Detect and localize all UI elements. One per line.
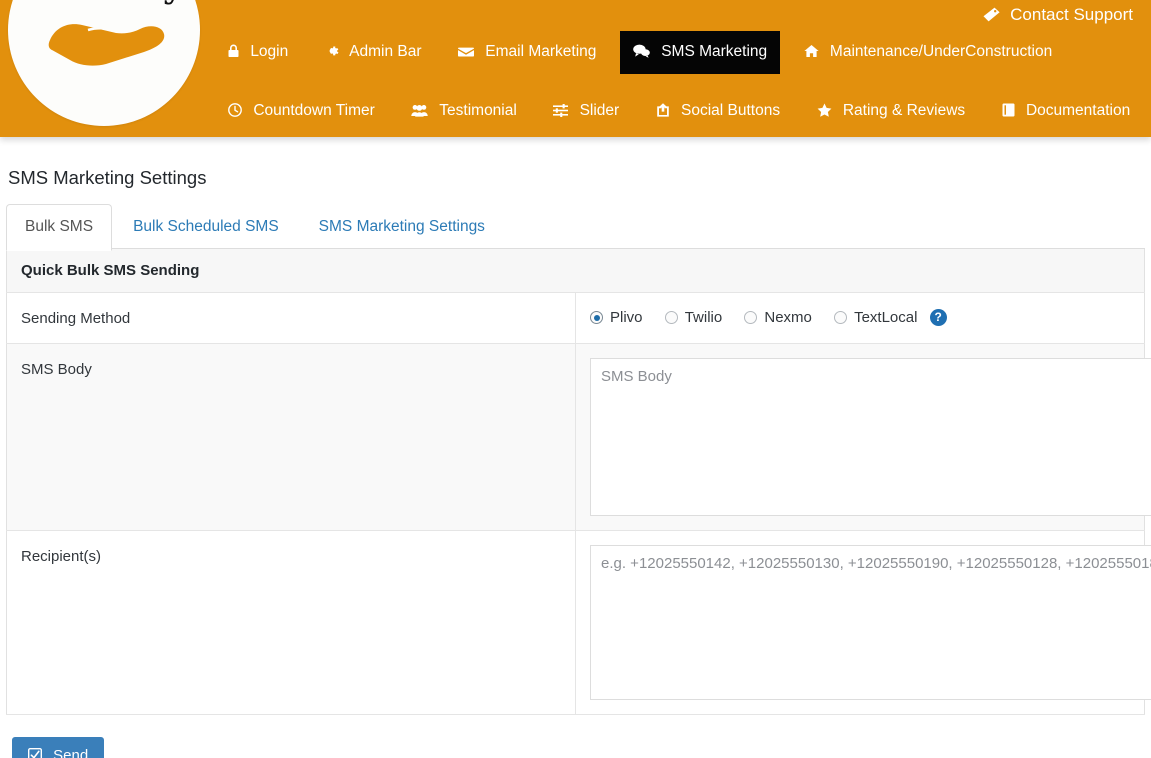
send-button-label: Send [53, 747, 89, 758]
sms-body-label-cell: SMS Body [6, 343, 576, 531]
table-row-recipients: Recipient(s) ? [6, 530, 1151, 715]
radio-twilio-input[interactable] [664, 311, 678, 324]
nav-item-sms-marketing[interactable]: SMS Marketing [619, 31, 781, 74]
nav-item-rating-reviews-label: Rating & Reviews [842, 102, 966, 119]
nav-item-slider[interactable]: Slider [540, 90, 632, 133]
nav-item-countdown-timer[interactable]: Countdown Timer [215, 90, 388, 133]
page-content: SMS Marketing Settings Bulk SMS Bulk Sch… [0, 167, 1151, 758]
comments-icon [633, 43, 650, 64]
check-square-icon [28, 748, 42, 758]
nav-item-login-label: Login [250, 43, 289, 60]
recipients-label-cell: Recipient(s) [6, 530, 576, 715]
tab-bulk-scheduled-sms[interactable]: Bulk Scheduled SMS [114, 204, 298, 251]
users-icon [411, 102, 428, 123]
radio-plivo-input[interactable] [590, 311, 603, 324]
sms-body-field-inline: ? [590, 358, 1151, 516]
star-icon [817, 102, 832, 123]
sms-body-field-cell: ? [575, 343, 1151, 531]
sms-body-label: SMS Body [21, 361, 92, 378]
sms-body-input[interactable] [590, 358, 1151, 516]
home-icon [803, 43, 819, 64]
nav-item-login[interactable]: Login [215, 31, 301, 74]
site-header: Perfecky Contact Support [0, 0, 1151, 137]
brand-logo[interactable]: Perfecky [8, 0, 200, 126]
nav-item-admin-bar[interactable]: Admin Bar [312, 31, 435, 74]
page-title: SMS Marketing Settings [8, 167, 207, 188]
nav-item-testimonial-label: Testimonial [439, 102, 517, 119]
bulk-sms-form-table: Quick Bulk SMS Sending Sending Method Pl… [6, 249, 1151, 715]
send-button[interactable]: Send [12, 737, 105, 758]
sending-method-help-icon[interactable]: ? [929, 308, 947, 326]
radio-option-plivo[interactable]: Plivo [590, 308, 643, 328]
share-square-icon [656, 102, 670, 123]
recipients-label: Recipient(s) [21, 548, 102, 565]
tab-sms-marketing-settings[interactable]: SMS Marketing Settings [300, 204, 504, 251]
table-row-sms-body: SMS Body ? [6, 343, 1151, 531]
sending-method-label-cell: Sending Method [6, 292, 576, 344]
radio-option-nexmo[interactable]: Nexmo [744, 308, 812, 328]
nav-item-countdown-timer-label: Countdown Timer [253, 102, 375, 119]
radio-option-twilio[interactable]: Twilio [664, 308, 723, 328]
table-row-sending-method: Sending Method Plivo Twilio Nexmo TextLo… [6, 292, 1145, 344]
nav-item-testimonial[interactable]: Testimonial [398, 90, 530, 133]
clock-icon [228, 102, 242, 123]
nav-item-maintenance-label: Maintenance/UnderConstruction [829, 43, 1053, 60]
nav-item-documentation-label: Documentation [1025, 102, 1131, 119]
recipients-textarea-wrap [590, 545, 1151, 700]
nav-item-documentation[interactable]: Documentation [989, 90, 1144, 133]
nav-row-secondary: Countdown Timer Testimonial Slider Socia… [215, 90, 1149, 133]
nav-item-rating-reviews[interactable]: Rating & Reviews [804, 90, 979, 133]
nav-item-email-marketing[interactable]: Email Marketing [445, 31, 609, 74]
table-section-header-row: Quick Bulk SMS Sending [6, 249, 1145, 293]
recipients-input[interactable] [590, 545, 1151, 700]
contact-support-label: Contact Support [1010, 5, 1133, 24]
sms-body-textarea-wrap [590, 358, 1151, 516]
sending-method-field-cell: Plivo Twilio Nexmo TextLocal ? [575, 292, 1145, 344]
nav-item-email-marketing-label: Email Marketing [485, 43, 597, 60]
nav-item-maintenance[interactable]: Maintenance/UnderConstruction [791, 31, 1066, 74]
sending-method-radio-group: Plivo Twilio Nexmo TextLocal ? [590, 307, 1130, 328]
ticket-icon [983, 7, 1001, 22]
book-icon [1002, 102, 1015, 123]
sliders-icon [553, 102, 569, 123]
radio-textlocal-label: TextLocal [854, 309, 918, 326]
lock-icon [228, 43, 239, 64]
section-title: Quick Bulk SMS Sending [6, 249, 1145, 293]
tab-bulk-sms[interactable]: Bulk SMS [6, 204, 113, 251]
recipients-field-inline: ? [590, 545, 1151, 700]
radio-nexmo-input[interactable] [744, 311, 758, 324]
nav-item-admin-bar-label: Admin Bar [349, 43, 422, 60]
main-nav: Contact Support Login Admin Bar Email Ma… [215, 0, 1151, 137]
brand-logo-inner: Perfecky [8, 0, 200, 100]
radio-option-textlocal[interactable]: TextLocal [834, 308, 917, 328]
envelope-icon [457, 43, 474, 64]
recipients-field-cell: ? [575, 530, 1151, 715]
hand-icon [48, 24, 165, 66]
contact-support-link[interactable]: Contact Support [983, 2, 1133, 28]
radio-textlocal-input[interactable] [834, 311, 848, 324]
sending-method-label: Sending Method [21, 310, 131, 327]
nav-item-social-buttons[interactable]: Social Buttons [643, 90, 793, 133]
nav-item-sms-marketing-label: SMS Marketing [661, 43, 768, 60]
nav-item-slider-label: Slider [579, 102, 620, 119]
nav-item-social-buttons-label: Social Buttons [680, 102, 781, 119]
radio-plivo-label: Plivo [610, 309, 643, 326]
tab-bar: Bulk SMS Bulk Scheduled SMS SMS Marketin… [6, 203, 1145, 251]
radio-nexmo-label: Nexmo [764, 309, 812, 326]
form-submit-area: Send [6, 715, 1145, 758]
gear-icon [325, 43, 339, 64]
nav-row-primary: Login Admin Bar Email Marketing SMS Mark… [215, 31, 1071, 74]
radio-twilio-label: Twilio [684, 309, 723, 326]
